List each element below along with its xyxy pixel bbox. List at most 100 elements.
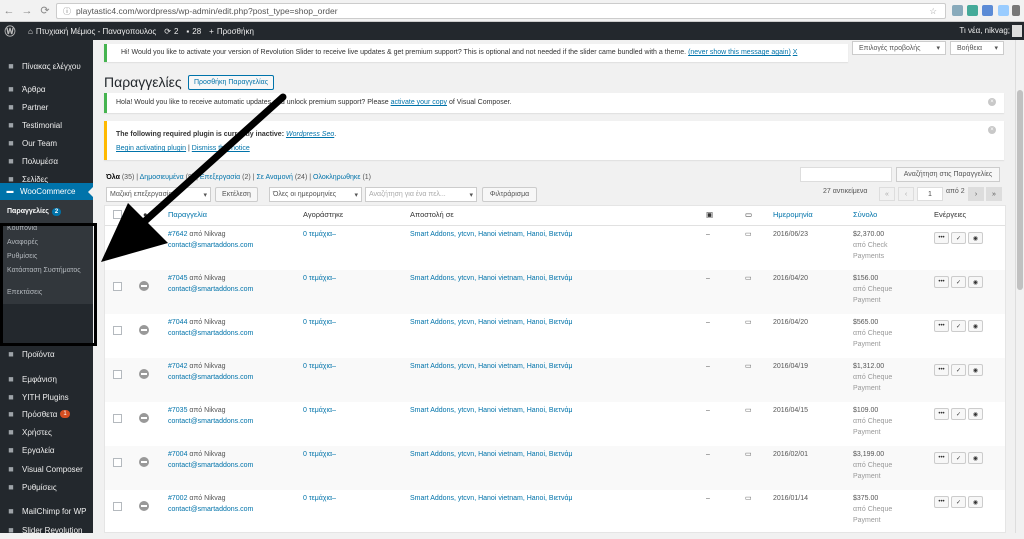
howdy-user[interactable]: Τι νέα, nikvag;	[959, 26, 1010, 35]
view-action-button[interactable]: ◉	[968, 276, 983, 288]
sidebar-item-after-4[interactable]: ■ Χρήστες	[0, 423, 93, 441]
first-page-button[interactable]: «	[879, 187, 895, 201]
customer-search-select[interactable]: Αναζήτηση για ένα πελ...	[365, 187, 477, 202]
select-all-checkbox[interactable]	[113, 210, 122, 219]
order-link[interactable]: #7044	[168, 319, 187, 326]
customer-email-link[interactable]: contact@smartaddons.com	[168, 242, 253, 249]
help-button[interactable]: Βοήθεια ▾	[950, 41, 1004, 55]
status-column-header[interactable]: ●	[143, 210, 148, 219]
wordpress-logo-icon[interactable]: Ⓦ	[0, 23, 20, 39]
complete-action-button[interactable]: ✓	[951, 364, 966, 376]
filter-processing[interactable]: Επεξεργασία	[200, 174, 240, 181]
customer-email-link[interactable]: contact@smartaddons.com	[168, 286, 253, 293]
customer-email-link[interactable]: contact@smartaddons.com	[168, 330, 253, 337]
sidebar-item-after-2[interactable]: ■ YITH Plugins	[0, 388, 93, 406]
view-action-button[interactable]: ◉	[968, 232, 983, 244]
bulk-actions-select[interactable]: Μαζική επεξεργασία	[106, 187, 211, 202]
order-link[interactable]: #7035	[168, 407, 187, 414]
sidebar-item-after-8[interactable]: ■ MailChimp for WP	[0, 502, 93, 520]
comments-link[interactable]: ▪ 28	[186, 27, 201, 36]
current-page-input[interactable]: 1	[917, 187, 943, 201]
revslider-close-link[interactable]: X	[793, 49, 798, 56]
view-action-button[interactable]: ◉	[968, 320, 983, 332]
sidebar-item-after-3[interactable]: ■ Πρόσθετα 1	[0, 405, 93, 423]
processing-action-button[interactable]: •••	[934, 408, 949, 420]
sidebar-item-woocommerce[interactable]: ▬ WooCommerce	[0, 183, 93, 200]
filter-button[interactable]: Φιλτράρισμα	[482, 187, 537, 202]
complete-action-button[interactable]: ✓	[951, 452, 966, 464]
view-action-button[interactable]: ◉	[968, 408, 983, 420]
processing-action-button[interactable]: •••	[934, 364, 949, 376]
address-bar[interactable]: ⓘ playtastic4.com/wordpress/wp-admin/edi…	[56, 3, 946, 19]
sidebar-item-3[interactable]: ■ Testimonial	[0, 116, 93, 134]
order-link[interactable]: #7004	[168, 451, 187, 458]
sidebar-item-after-5[interactable]: ■ Εργαλεία	[0, 441, 93, 459]
order-search-input[interactable]	[800, 167, 892, 182]
page-info-icon[interactable]: ⓘ	[63, 6, 71, 17]
activate-copy-link[interactable]: activate your copy	[391, 99, 447, 106]
processing-action-button[interactable]: •••	[934, 320, 949, 332]
add-new-order-button[interactable]: Προσθήκη Παραγγελίας	[188, 75, 275, 90]
extension-icon[interactable]	[967, 5, 978, 16]
next-page-button[interactable]: ›	[968, 187, 984, 201]
customer-email-link[interactable]: contact@smartaddons.com	[168, 506, 253, 513]
view-action-button[interactable]: ◉	[968, 496, 983, 508]
sidebar-item-after-1[interactable]: ■ Εμφάνιση	[0, 370, 93, 388]
menu-icon[interactable]	[1012, 5, 1020, 16]
view-action-button[interactable]: ◉	[968, 364, 983, 376]
purchased-items-link[interactable]: 0 τεμάχια–	[303, 363, 336, 370]
shipping-address-link[interactable]: Smart Addons, ytcvn, Hanoi vietnam, Hano…	[410, 407, 573, 414]
sidebar-item-after-6[interactable]: ■ Visual Composer	[0, 460, 93, 478]
order-link[interactable]: #7642	[168, 231, 187, 238]
purchased-items-link[interactable]: 0 τεμάχια–	[303, 275, 336, 282]
purchased-items-link[interactable]: 0 τεμάχια–	[303, 451, 336, 458]
shipping-address-link[interactable]: Smart Addons, ytcvn, Hanoi vietnam, Hano…	[410, 319, 573, 326]
purchased-items-link[interactable]: 0 τεμάχια–	[303, 407, 336, 414]
customer-email-link[interactable]: contact@smartaddons.com	[168, 418, 253, 425]
complete-action-button[interactable]: ✓	[951, 496, 966, 508]
dismiss-notice-icon[interactable]: ×	[988, 98, 996, 106]
row-checkbox[interactable]	[113, 458, 122, 467]
search-orders-button[interactable]: Αναζήτηση στις Παραγγελίες	[896, 167, 1000, 182]
page-scrollbar[interactable]	[1015, 40, 1024, 533]
filter-published[interactable]: Δημοσιευμένα	[140, 174, 184, 181]
purchased-items-link[interactable]: 0 τεμάχια–	[303, 495, 336, 502]
shipping-address-link[interactable]: Smart Addons, ytcvn, Hanoi vietnam, Hano…	[410, 231, 573, 238]
bookmark-star-icon[interactable]: ☆	[929, 6, 937, 17]
reload-icon[interactable]: ⟳	[36, 4, 54, 17]
sidebar-item-1[interactable]: ■ Άρθρα	[0, 80, 93, 98]
processing-action-button[interactable]: •••	[934, 276, 949, 288]
purchased-items-link[interactable]: 0 τεμάχια–	[303, 231, 336, 238]
dismiss-this-notice-link[interactable]: Dismiss this notice	[192, 145, 250, 152]
avatar[interactable]	[1012, 25, 1022, 37]
shipping-address-link[interactable]: Smart Addons, ytcvn, Hanoi vietnam, Hano…	[410, 451, 573, 458]
row-checkbox[interactable]	[113, 238, 122, 247]
filter-pending[interactable]: Σε Αναμονή	[256, 174, 292, 181]
row-checkbox[interactable]	[113, 502, 122, 511]
processing-action-button[interactable]: •••	[934, 232, 949, 244]
extension-icon[interactable]	[982, 5, 993, 16]
last-page-button[interactable]: »	[986, 187, 1002, 201]
prev-page-button[interactable]: ‹	[898, 187, 914, 201]
column-header-order[interactable]: Παραγγελία	[168, 210, 207, 219]
row-checkbox[interactable]	[113, 326, 122, 335]
complete-action-button[interactable]: ✓	[951, 276, 966, 288]
site-name-link[interactable]: ⌂ Πτυχιακή Μέμιος - Παναγοπουλος	[28, 27, 156, 36]
new-content-link[interactable]: + Προσθήκη	[209, 27, 254, 36]
complete-action-button[interactable]: ✓	[951, 232, 966, 244]
sidebar-item-after-0[interactable]: ■ Προϊόντα	[0, 345, 93, 363]
processing-action-button[interactable]: •••	[934, 496, 949, 508]
row-checkbox[interactable]	[113, 370, 122, 379]
sidebar-item-4[interactable]: ■ Our Team	[0, 134, 93, 152]
column-header-date[interactable]: Ημερομηνία	[773, 210, 813, 219]
never-show-link[interactable]: (never show this message again)	[688, 49, 791, 56]
purchased-items-link[interactable]: 0 τεμάχια–	[303, 319, 336, 326]
customer-email-link[interactable]: contact@smartaddons.com	[168, 374, 253, 381]
order-link[interactable]: #7002	[168, 495, 187, 502]
filter-all[interactable]: Όλα	[106, 174, 120, 181]
shipping-address-link[interactable]: Smart Addons, ytcvn, Hanoi vietnam, Hano…	[410, 495, 573, 502]
view-action-button[interactable]: ◉	[968, 452, 983, 464]
complete-action-button[interactable]: ✓	[951, 408, 966, 420]
complete-action-button[interactable]: ✓	[951, 320, 966, 332]
sidebar-item-after-9[interactable]: ■ Slider Revolution	[0, 521, 93, 539]
